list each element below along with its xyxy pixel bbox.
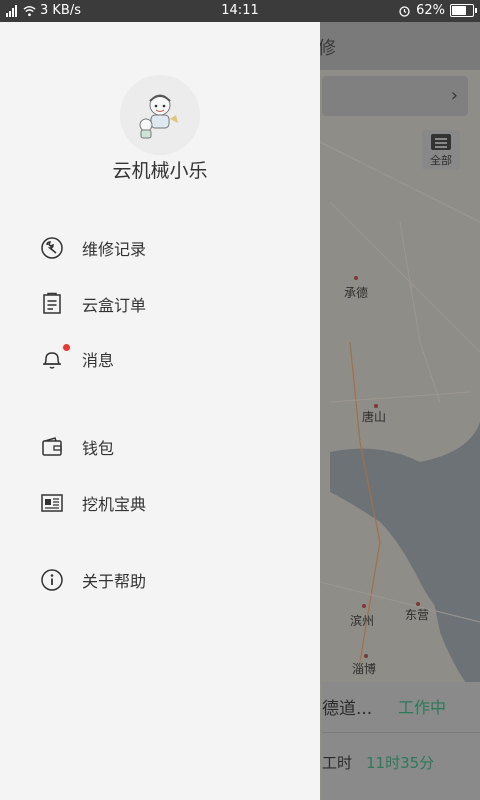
city-dot (362, 604, 366, 608)
partial-title: 修 (318, 38, 336, 59)
menu-item-label: 关于帮助 (82, 572, 147, 591)
cartoon-avatar-icon (120, 75, 200, 155)
all-filter-button[interactable]: 全部 (422, 130, 460, 170)
menu-item-label: 消息 (82, 351, 115, 370)
battery-percent: 62% (416, 3, 445, 18)
menu-item-repair-records[interactable]: 维修记录 (0, 225, 320, 271)
username[interactable]: 云机械小乐 (0, 156, 320, 183)
menu-item-about-help[interactable]: 关于帮助 (0, 557, 320, 603)
search-bar[interactable]: › (322, 76, 468, 116)
machine-name: 德道... (322, 699, 373, 719)
bell-icon (43, 352, 61, 369)
alarm-icon (399, 5, 410, 17)
machine-status: 工作中 (398, 698, 447, 717)
avatar[interactable] (120, 75, 200, 155)
book-icon (41, 494, 63, 512)
machine-info-card[interactable]: 德道... 工作中 工时 11时35分 (322, 682, 480, 800)
city-dot (364, 654, 368, 658)
menu-item-wallet[interactable]: 钱包 (0, 424, 320, 470)
clock: 14:11 (221, 3, 259, 18)
status-bar: 3 KB/s 14:11 62% (0, 0, 480, 22)
divider (322, 732, 480, 733)
order-list-icon (43, 292, 61, 314)
list-icon (431, 134, 451, 150)
navigation-drawer: 云机械小乐 维修记录 云盒订单 消息 钱包 挖机宝典 关于帮助 (0, 22, 320, 800)
menu-item-label: 挖机宝典 (82, 495, 147, 514)
menu-item-label: 云盒订单 (82, 296, 147, 315)
menu-item-label: 维修记录 (82, 240, 147, 259)
menu-item-box-orders[interactable]: 云盒订单 (0, 281, 320, 327)
all-filter-label: 全部 (430, 154, 452, 167)
work-hours-label: 工时 (322, 754, 353, 772)
work-hours-value: 11时35分 (366, 754, 435, 772)
menu-item-excavator-guide[interactable]: 挖机宝典 (0, 480, 320, 526)
city-label: 唐山 (362, 410, 387, 424)
unread-badge (63, 344, 70, 351)
menu-item-label: 钱包 (82, 439, 115, 458)
wrench-icon (41, 237, 63, 259)
battery-icon (450, 4, 477, 17)
city-label: 淄博 (352, 662, 377, 676)
wallet-icon (42, 437, 62, 456)
city-label: 滨州 (350, 614, 375, 628)
info-icon (41, 569, 63, 591)
chevron-right-icon: › (450, 85, 458, 106)
menu-item-messages[interactable]: 消息 (0, 336, 320, 382)
city-label: 东营 (405, 608, 430, 622)
city-label: 承德 (344, 286, 369, 300)
city-dot (354, 276, 358, 280)
